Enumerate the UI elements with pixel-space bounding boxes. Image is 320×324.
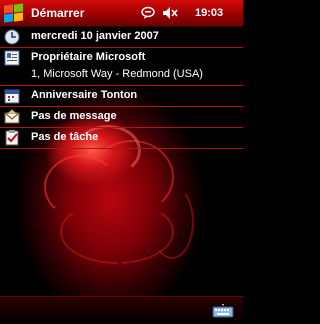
owner-name: Propriétaire Microsoft <box>31 51 146 63</box>
appointment-row[interactable]: Anniversaire Tonton <box>0 86 243 107</box>
date-row[interactable]: mercredi 10 janvier 2007 <box>0 27 243 48</box>
task-checklist-icon <box>5 130 19 146</box>
appointment-label: Anniversaire Tonton <box>31 89 138 101</box>
clock-icon <box>4 29 20 45</box>
date-label: mercredi 10 janvier 2007 <box>31 30 159 42</box>
tasks-label: Pas de tâche <box>31 131 99 143</box>
owner-address: 1, Microsoft Way - Redmond (USA) <box>31 68 203 80</box>
envelope-icon <box>4 109 20 124</box>
start-menu-title[interactable]: Démarrer <box>31 6 84 20</box>
windows-flag-icon[interactable] <box>2 2 24 24</box>
clock[interactable]: 19:03 <box>195 7 223 19</box>
tasks-row[interactable]: Pas de tâche <box>0 128 243 149</box>
contact-card-icon <box>4 50 20 66</box>
softkey-bar <box>0 296 243 324</box>
today-screen: Démarrer 19:03 mercredi 10 janvier 2007 … <box>0 0 243 324</box>
owner-row[interactable]: Propriétaire Microsoft 1, Microsoft Way … <box>0 48 243 86</box>
chat-bubble-icon[interactable] <box>141 6 155 20</box>
taskbar: Démarrer 19:03 <box>0 0 243 27</box>
messages-label: Pas de message <box>31 110 117 122</box>
messages-row[interactable]: Pas de message <box>0 107 243 128</box>
speaker-mute-icon[interactable] <box>162 6 178 20</box>
keyboard-icon[interactable] <box>212 304 234 318</box>
calendar-icon <box>4 89 20 104</box>
